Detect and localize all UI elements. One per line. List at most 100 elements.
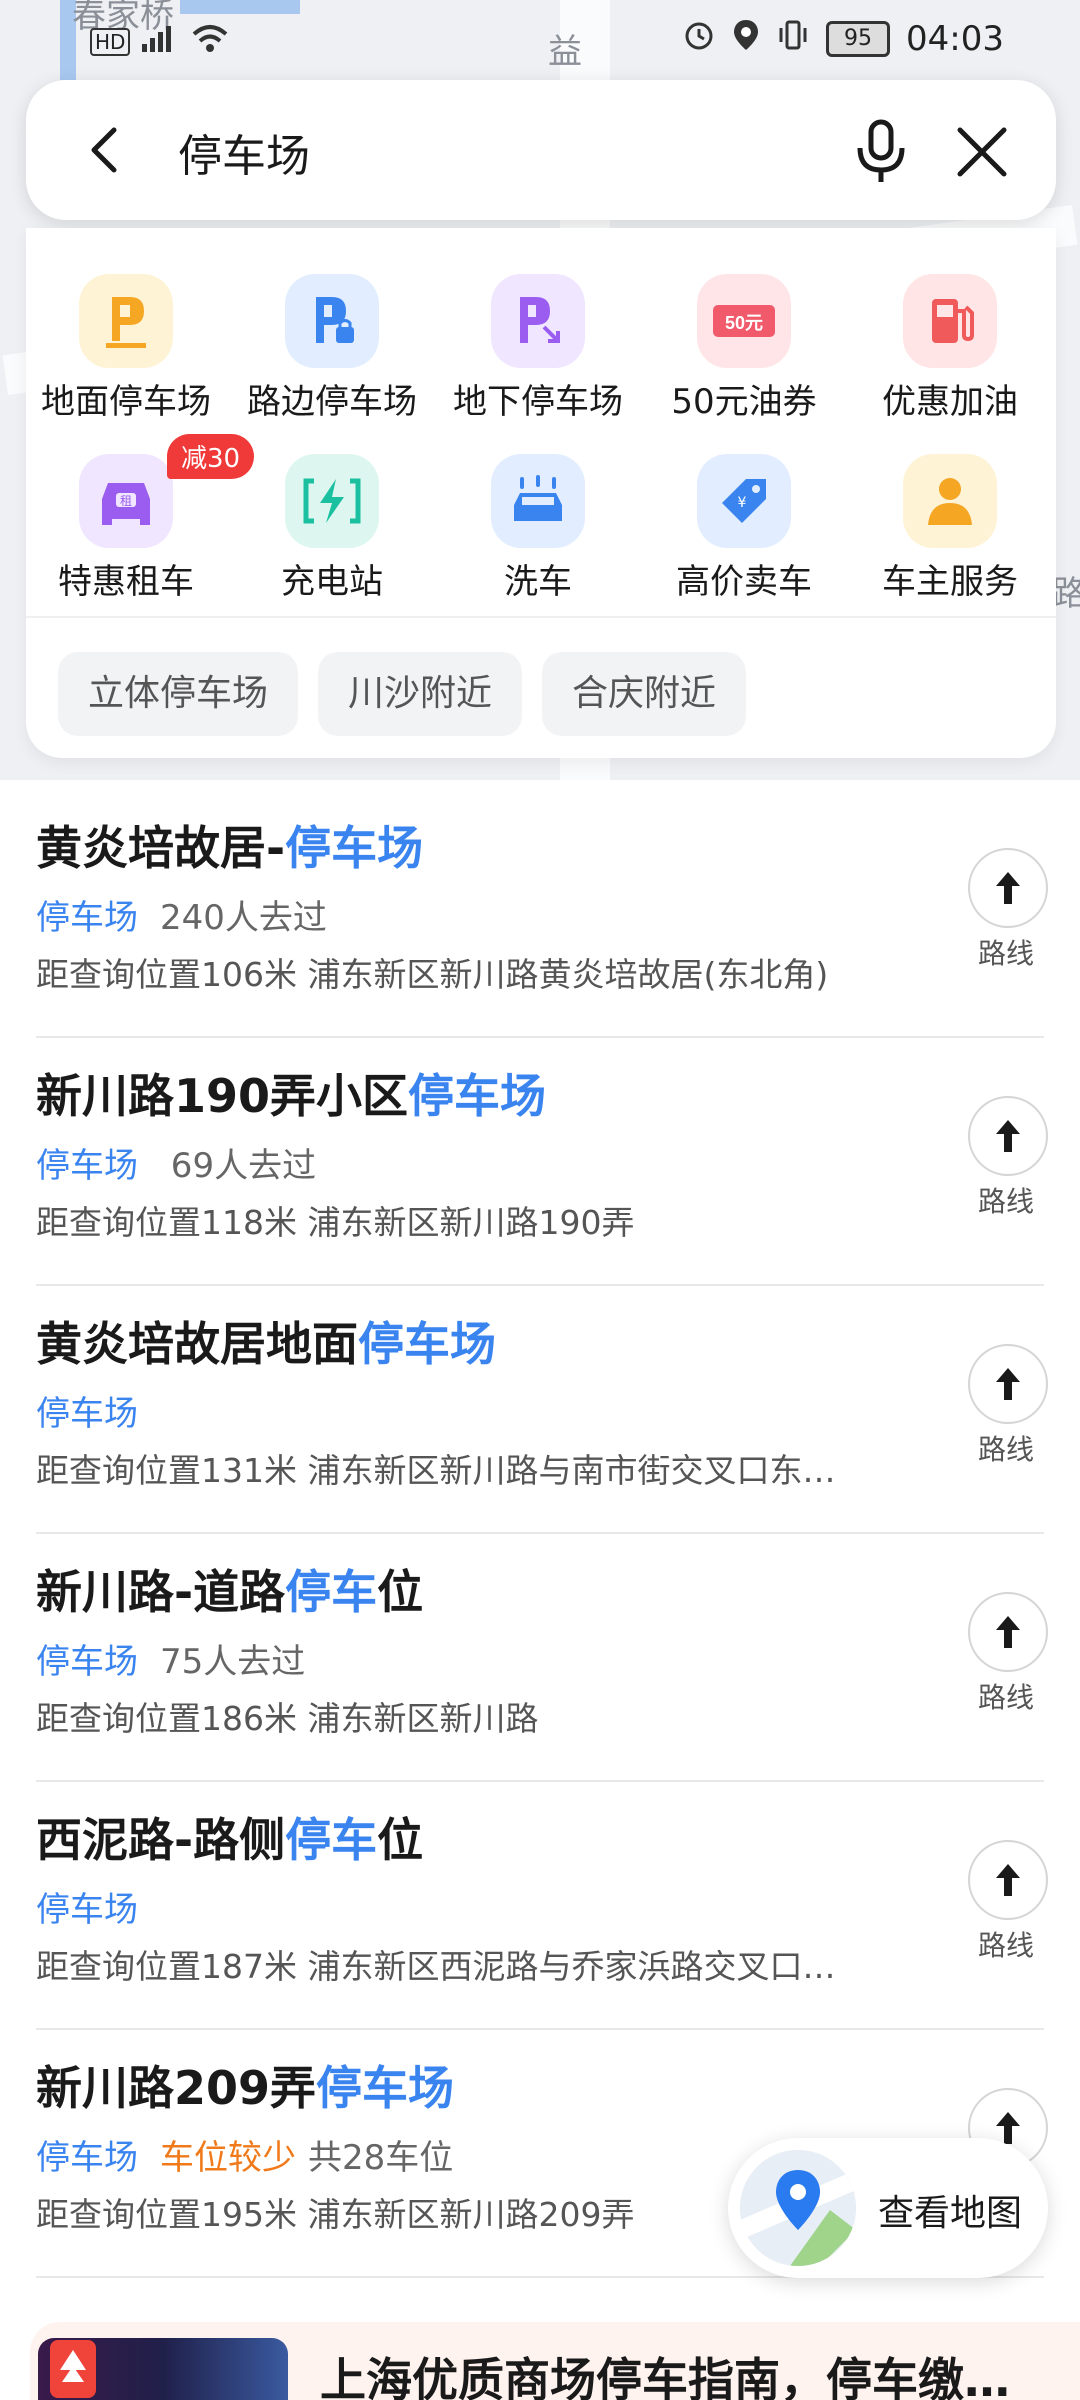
category-label: 优惠加油 (882, 382, 1018, 422)
search-input[interactable] (176, 116, 800, 188)
category-ground-parking[interactable]: 地面停车场 (26, 274, 226, 423)
type-tag: 停车场 (36, 1642, 138, 1682)
route-button[interactable] (968, 1344, 1048, 1424)
parking-p-icon (79, 274, 173, 368)
list-item[interactable]: 新川路-道路停车位 停车场 75人去过 距查询位置186米 浦东新区新川路 路线 (0, 1534, 1080, 1782)
category-car-wash[interactable]: 洗车 (438, 454, 638, 603)
category-fuel-coupon[interactable]: 50元 50元油券 (644, 274, 844, 423)
battery-icon: 95 (826, 21, 891, 57)
back-arrow-icon[interactable] (74, 118, 138, 182)
search-bar (26, 80, 1056, 220)
result-address: 距查询位置131米 浦东新区新川路与南市街交叉口东… (36, 1451, 836, 1490)
type-tag: 停车场 (36, 898, 138, 938)
category-label: 路边停车场 (247, 382, 417, 422)
route-label: 路线 (977, 1185, 1034, 1218)
category-panel: 地面停车场 路边停车场 地下停车场 50元 50元油券 优惠加油 租 减30 特… (26, 228, 1056, 758)
divider (26, 616, 1056, 618)
banner-title: 上海优质商场停车指南，停车缴… (320, 2353, 1010, 2400)
filter-chips: 立体停车场 川沙附近 合庆附近 (58, 652, 747, 736)
type-tag: 停车场 (36, 1146, 138, 1186)
underground-parking-icon (491, 274, 585, 368)
availability-warning: 车位较少 (160, 2138, 296, 2178)
gas-pump-icon (903, 274, 997, 368)
promo-banner[interactable]: 上海优质商场停车指南，停车缴… (30, 2322, 1080, 2400)
category-underground-parking[interactable]: 地下停车场 (438, 274, 638, 423)
route-button[interactable] (968, 1840, 1048, 1920)
driver-service-icon (903, 454, 997, 548)
map-thumbnail (740, 2150, 856, 2266)
close-icon[interactable] (950, 120, 1014, 184)
route-button[interactable] (968, 1592, 1048, 1672)
svg-text:50元: 50元 (725, 313, 763, 333)
category-label: 地面停车场 (41, 382, 211, 422)
type-tag: 停车场 (36, 1394, 138, 1434)
result-title: 黄炎培故居地面停车场 (36, 1317, 496, 1371)
rental-car-icon: 租 减30 (79, 434, 255, 548)
category-discount-fuel[interactable]: 优惠加油 (850, 274, 1050, 423)
result-title: 新川路190弄小区停车场 (36, 1069, 547, 1123)
category-roadside-parking[interactable]: 路边停车场 (232, 274, 432, 423)
result-address: 距查询位置186米 浦东新区新川路 (36, 1699, 539, 1738)
roadside-parking-icon (285, 274, 379, 368)
category-label: 高价卖车 (676, 562, 812, 602)
location-icon (732, 18, 760, 60)
route-label: 路线 (977, 1681, 1034, 1714)
hd-icon: HD (90, 28, 131, 56)
result-address: 距查询位置118米 浦东新区新川路190弄 (36, 1203, 635, 1242)
space-count: 共28车位 (308, 2138, 454, 2178)
type-tag: 停车场 (36, 2138, 138, 2178)
price-tag-icon: ¥ (697, 454, 791, 548)
route-button[interactable] (968, 848, 1048, 928)
fuel-coupon-icon: 50元 (697, 274, 791, 368)
chip-heqing-nearby[interactable]: 合庆附近 (542, 652, 747, 736)
view-map-button[interactable]: 查看地图 (728, 2138, 1048, 2278)
result-meta: 停车场 240人去过 (36, 890, 327, 939)
category-rental-car[interactable]: 租 减30 特惠租车 (26, 434, 255, 603)
category-label: 车主服务 (882, 562, 1018, 602)
list-item[interactable]: 黄炎培故居地面停车场 停车场 距查询位置131米 浦东新区新川路与南市街交叉口东… (0, 1286, 1080, 1534)
charging-icon (285, 454, 379, 548)
result-meta: 停车场 75人去过 (36, 1634, 305, 1683)
list-item[interactable]: 西泥路-路侧停车位 停车场 距查询位置187米 浦东新区西泥路与乔家浜路交叉口…… (0, 1782, 1080, 2030)
route-label: 路线 (977, 937, 1034, 970)
result-meta: 停车场 车位较少 共28车位 (36, 2130, 453, 2179)
route-label: 路线 (977, 1433, 1034, 1466)
list-item[interactable]: 黄炎培故居-停车场 停车场 240人去过 距查询位置106米 浦东新区新川路黄炎培… (0, 790, 1080, 1038)
result-title: 新川路209弄停车场 (36, 2061, 455, 2115)
category-label: 地下停车场 (453, 382, 623, 422)
alarm-icon (682, 18, 716, 60)
result-title: 新川路-道路停车位 (36, 1565, 424, 1619)
category-driver-service[interactable]: 车主服务 (850, 454, 1050, 603)
category-charging-station[interactable]: 充电站 (232, 454, 432, 603)
car-wash-icon (491, 454, 585, 548)
category-sell-car[interactable]: ¥ 高价卖车 (644, 454, 844, 603)
svg-text:¥: ¥ (738, 495, 747, 511)
result-meta: 停车场 69人去过 (36, 1138, 316, 1187)
status-bar: HD 95 04:03 (0, 0, 1080, 80)
category-label: 洗车 (504, 562, 572, 602)
view-map-label: 查看地图 (878, 2193, 1023, 2234)
result-meta: 停车场 (36, 1386, 160, 1435)
result-address: 距查询位置187米 浦东新区西泥路与乔家浜路交叉口… (36, 1947, 836, 1986)
type-tag: 停车场 (36, 1890, 138, 1930)
route-button[interactable] (968, 1096, 1048, 1176)
result-title: 黄炎培故居-停车场 (36, 821, 424, 875)
wifi-icon (190, 22, 230, 62)
visits: 75人去过 (160, 1642, 306, 1682)
chip-chuansha-nearby[interactable]: 川沙附近 (318, 652, 523, 736)
banner-logo-icon (50, 2340, 96, 2398)
list-item[interactable]: 新川路190弄小区停车场 停车场 69人去过 距查询位置118米 浦东新区新川路… (0, 1038, 1080, 1286)
result-meta: 停车场 (36, 1882, 160, 1931)
result-title: 西泥路-路侧停车位 (36, 1813, 424, 1867)
category-label: 充电站 (281, 562, 383, 602)
vibrate-icon (776, 18, 810, 60)
svg-text:租: 租 (120, 494, 132, 508)
category-label: 特惠租车 (58, 562, 194, 602)
chip-multistorey-parking[interactable]: 立体停车场 (58, 652, 299, 736)
visits: 69人去过 (160, 1146, 317, 1186)
result-address: 距查询位置106米 浦东新区新川路黄炎培故居(东北角) (36, 955, 829, 994)
category-label: 50元油券 (671, 382, 817, 422)
visits: 240人去过 (160, 898, 327, 938)
mic-icon[interactable] (846, 116, 916, 186)
route-label: 路线 (977, 1929, 1034, 1962)
